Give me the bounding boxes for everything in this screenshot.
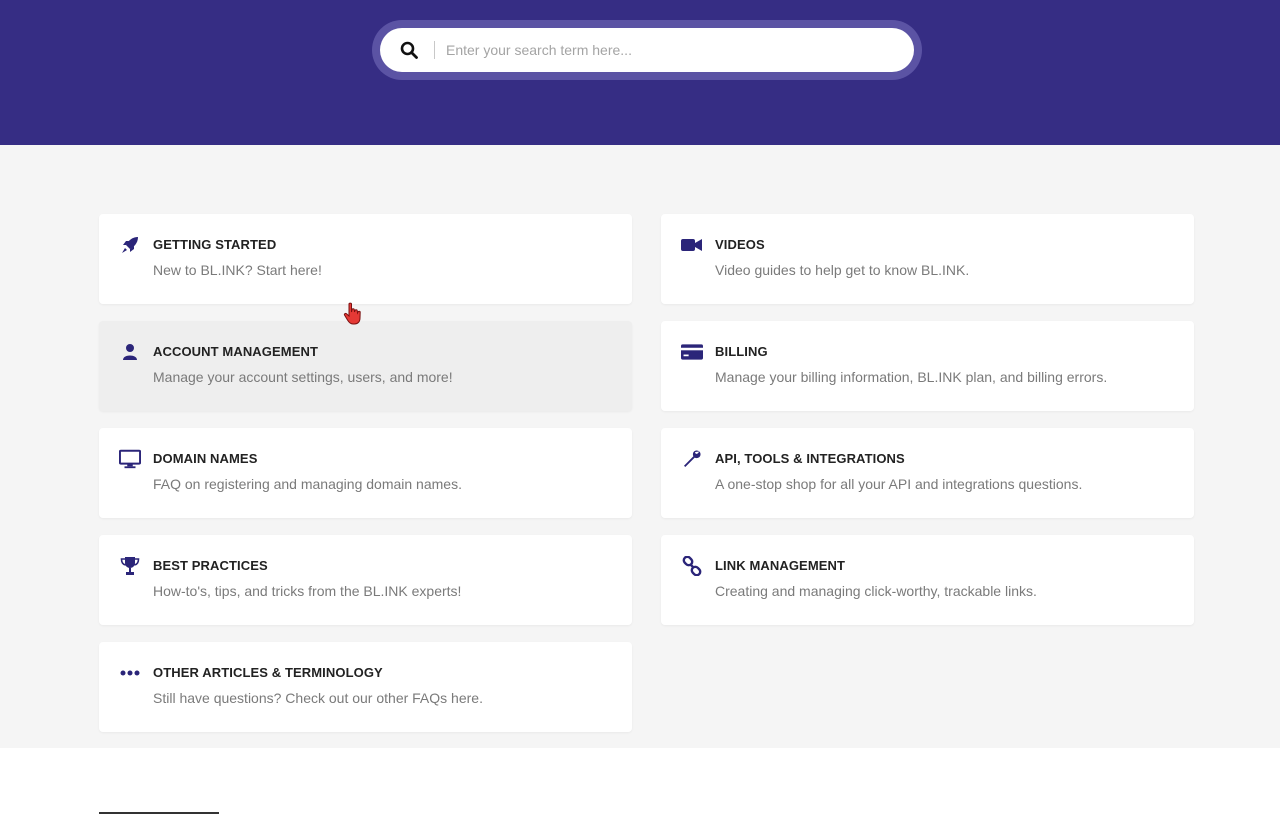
monitor-icon <box>119 449 141 469</box>
search-input[interactable] <box>446 42 886 58</box>
card-title: GETTING STARTED <box>153 237 277 252</box>
search-bar <box>372 20 922 80</box>
card-description: New to BL.INK? Start here! <box>153 262 322 278</box>
lower-section <box>0 748 1280 820</box>
card-description: A one-stop shop for all your API and int… <box>715 476 1083 492</box>
category-card-account-management[interactable]: ACCOUNT MANAGEMENT Manage your account s… <box>99 321 632 411</box>
category-card-getting-started[interactable]: GETTING STARTED New to BL.INK? Start her… <box>99 214 632 304</box>
section-heading-peek <box>99 812 219 820</box>
link-icon <box>681 556 703 576</box>
card-title: LINK MANAGEMENT <box>715 558 846 573</box>
category-card-link-management[interactable]: LINK MANAGEMENT Creating and managing cl… <box>661 535 1194 625</box>
hand-cursor-icon <box>343 302 361 325</box>
card-description: FAQ on registering and managing domain n… <box>153 476 462 492</box>
wrench-icon <box>681 449 703 469</box>
categories-section: GETTING STARTED New to BL.INK? Start her… <box>0 145 1280 748</box>
rocket-icon <box>119 235 141 255</box>
ellipsis-icon <box>119 663 141 683</box>
search-icon[interactable] <box>400 41 418 59</box>
card-description: Manage your account settings, users, and… <box>153 369 453 385</box>
card-title: VIDEOS <box>715 237 765 252</box>
category-card-best-practices[interactable]: BEST PRACTICES How-to's, tips, and trick… <box>99 535 632 625</box>
card-description: How-to's, tips, and tricks from the BL.I… <box>153 583 462 599</box>
card-description: Creating and managing click-worthy, trac… <box>715 583 1037 599</box>
credit-card-icon <box>681 342 703 362</box>
card-title: ACCOUNT MANAGEMENT <box>153 344 319 359</box>
user-icon <box>119 342 141 362</box>
card-description: Still have questions? Check out our othe… <box>153 690 483 706</box>
card-title: OTHER ARTICLES & TERMINOLOGY <box>153 665 383 680</box>
card-title: BILLING <box>715 344 768 359</box>
video-camera-icon <box>681 235 703 255</box>
category-card-api-tools[interactable]: API, TOOLS & INTEGRATIONS A one-stop sho… <box>661 428 1194 518</box>
search-box[interactable] <box>380 28 914 72</box>
category-card-videos[interactable]: VIDEOS Video guides to help get to know … <box>661 214 1194 304</box>
category-card-billing[interactable]: BILLING Manage your billing information,… <box>661 321 1194 411</box>
card-title: BEST PRACTICES <box>153 558 268 573</box>
category-card-domain-names[interactable]: DOMAIN NAMES FAQ on registering and mana… <box>99 428 632 518</box>
category-card-other-articles[interactable]: OTHER ARTICLES & TERMINOLOGY Still have … <box>99 642 632 732</box>
card-description: Manage your billing information, BL.INK … <box>715 369 1108 385</box>
search-divider <box>434 41 435 59</box>
trophy-icon <box>119 556 141 576</box>
card-description: Video guides to help get to know BL.INK. <box>715 262 970 278</box>
hero-banner <box>0 0 1280 145</box>
card-title: API, TOOLS & INTEGRATIONS <box>715 451 905 466</box>
card-title: DOMAIN NAMES <box>153 451 258 466</box>
category-grid: GETTING STARTED New to BL.INK? Start her… <box>99 214 1194 732</box>
